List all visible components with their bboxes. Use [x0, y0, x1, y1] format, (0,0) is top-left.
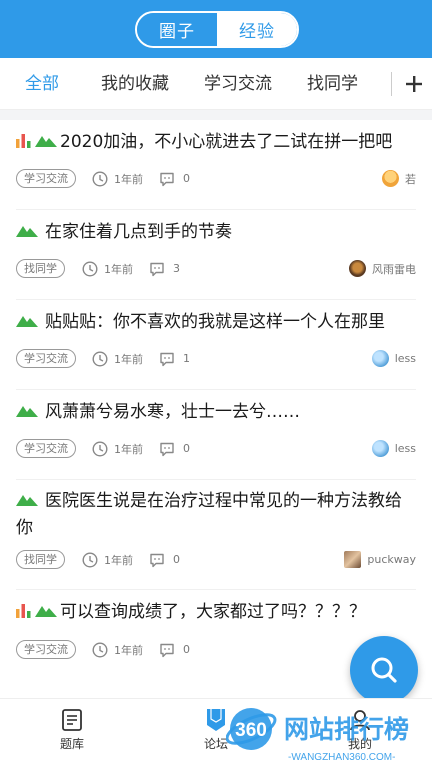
post-tag[interactable]: 学习交流	[16, 439, 76, 458]
comment-count: 3	[173, 262, 180, 275]
post-tag[interactable]: 学习交流	[16, 349, 76, 368]
top-bar: 圈子 经验	[0, 0, 432, 58]
section-gap	[0, 110, 432, 120]
post-time: 1年前	[114, 442, 143, 456]
nav-label: 题库	[59, 737, 84, 751]
post-item[interactable]: 在家住着几点到手的节奏 找同学 1年前 3 风雨雷电	[0, 210, 432, 300]
post-tag[interactable]: 学习交流	[16, 640, 76, 659]
mountain-icon	[16, 226, 38, 237]
post-tag[interactable]: 学习交流	[16, 169, 76, 188]
segment-experience[interactable]: 经验	[217, 13, 297, 46]
comment-icon	[160, 442, 174, 456]
tab-study-exchange[interactable]: 学习交流	[204, 58, 272, 110]
clock-icon	[82, 261, 98, 276]
post-tag[interactable]: 找同学	[16, 550, 65, 569]
search-button[interactable]	[350, 636, 418, 704]
avatar[interactable]	[349, 260, 366, 277]
post-time: 1年前	[104, 553, 133, 567]
clock-icon	[92, 170, 108, 187]
post-time: 1年前	[104, 262, 133, 276]
add-tab-button[interactable]	[396, 62, 432, 106]
comment-icon	[160, 643, 174, 657]
comment-count: 0	[183, 442, 190, 455]
watermark-title: 网站排行榜	[284, 715, 409, 744]
question-bank-icon	[62, 709, 82, 731]
avatar[interactable]	[344, 551, 362, 568]
author-name[interactable]: 风雨雷电	[372, 261, 416, 277]
watermark: 360 网站排行榜 -WANGZHAN360.COM-	[225, 702, 432, 768]
watermark-url: -WANGZHAN360.COM-	[288, 752, 395, 763]
post-time: 1年前	[114, 643, 143, 657]
comment-count: 0	[173, 553, 180, 566]
post-title: 医院医生说是在治疗过程中常见的一种方法教给你	[16, 491, 402, 538]
category-tabs: 全部 我的收藏 学习交流 找同学	[0, 58, 432, 110]
author-name[interactable]: less	[395, 352, 416, 365]
post-title: 2020加油，不小心就进去了二试在拼一把吧	[60, 132, 393, 152]
nav-question-bank[interactable]: 题库	[37, 707, 107, 752]
watermark-logo: 360 网站排行榜 -WANGZHAN360.COM-	[225, 708, 409, 763]
avatar[interactable]	[382, 170, 399, 187]
tab-find-classmates[interactable]: 找同学	[307, 58, 358, 110]
post-title: 在家住着几点到手的节奏	[45, 222, 232, 242]
mountain-icon	[16, 316, 38, 327]
clock-icon	[92, 441, 108, 456]
segment-control: 圈子 经验	[135, 11, 299, 48]
post-time: 1年前	[114, 172, 143, 186]
mountain-icon	[16, 495, 38, 506]
comment-icon	[160, 172, 174, 186]
comment-icon	[150, 262, 164, 276]
author-name[interactable]: 若	[405, 171, 416, 187]
author-name[interactable]: less	[395, 442, 416, 455]
clock-icon	[82, 552, 98, 567]
post-title: 可以查询成绩了，大家都过了吗？？？？	[60, 602, 366, 622]
search-icon	[371, 657, 397, 683]
comment-icon	[160, 352, 174, 366]
forum-icon	[207, 709, 225, 731]
post-item[interactable]: 贴贴贴：你不喜欢的我就是这样一个人在那里 学习交流 1年前 1 less	[0, 300, 432, 390]
clock-icon	[92, 642, 108, 657]
clock-icon	[92, 351, 108, 366]
comment-icon	[150, 553, 164, 567]
mountain-icon	[35, 606, 57, 617]
comment-count: 1	[183, 352, 190, 365]
author-name[interactable]: puckway	[367, 553, 416, 566]
post-item[interactable]: 医院医生说是在治疗过程中常见的一种方法教给你 找同学 1年前 0 puckway	[0, 480, 432, 590]
avatar[interactable]	[371, 440, 389, 457]
segment-circle[interactable]: 圈子	[137, 13, 217, 46]
post-title: 风萧萧兮易水寒，壮士一去兮……	[45, 402, 300, 422]
watermark-360: 360	[235, 720, 267, 741]
post-time: 1年前	[114, 352, 143, 366]
comment-count: 0	[183, 643, 190, 656]
bar-chart-icon	[16, 604, 31, 618]
avatar[interactable]	[371, 350, 389, 367]
tab-all[interactable]: 全部	[25, 58, 59, 110]
plus-icon	[406, 76, 422, 92]
post-tag[interactable]: 找同学	[16, 259, 65, 278]
tab-divider	[391, 72, 392, 96]
tab-favorites[interactable]: 我的收藏	[101, 58, 169, 110]
mountain-icon	[16, 406, 38, 417]
comment-count: 0	[183, 172, 190, 185]
mountain-icon	[35, 136, 57, 147]
post-item[interactable]: 2020加油，不小心就进去了二试在拼一把吧 学习交流 1年前 0 若	[0, 120, 432, 210]
bar-chart-icon	[16, 134, 31, 148]
post-title: 贴贴贴：你不喜欢的我就是这样一个人在那里	[45, 312, 385, 332]
post-item[interactable]: 风萧萧兮易水寒，壮士一去兮…… 学习交流 1年前 0 less	[0, 390, 432, 480]
